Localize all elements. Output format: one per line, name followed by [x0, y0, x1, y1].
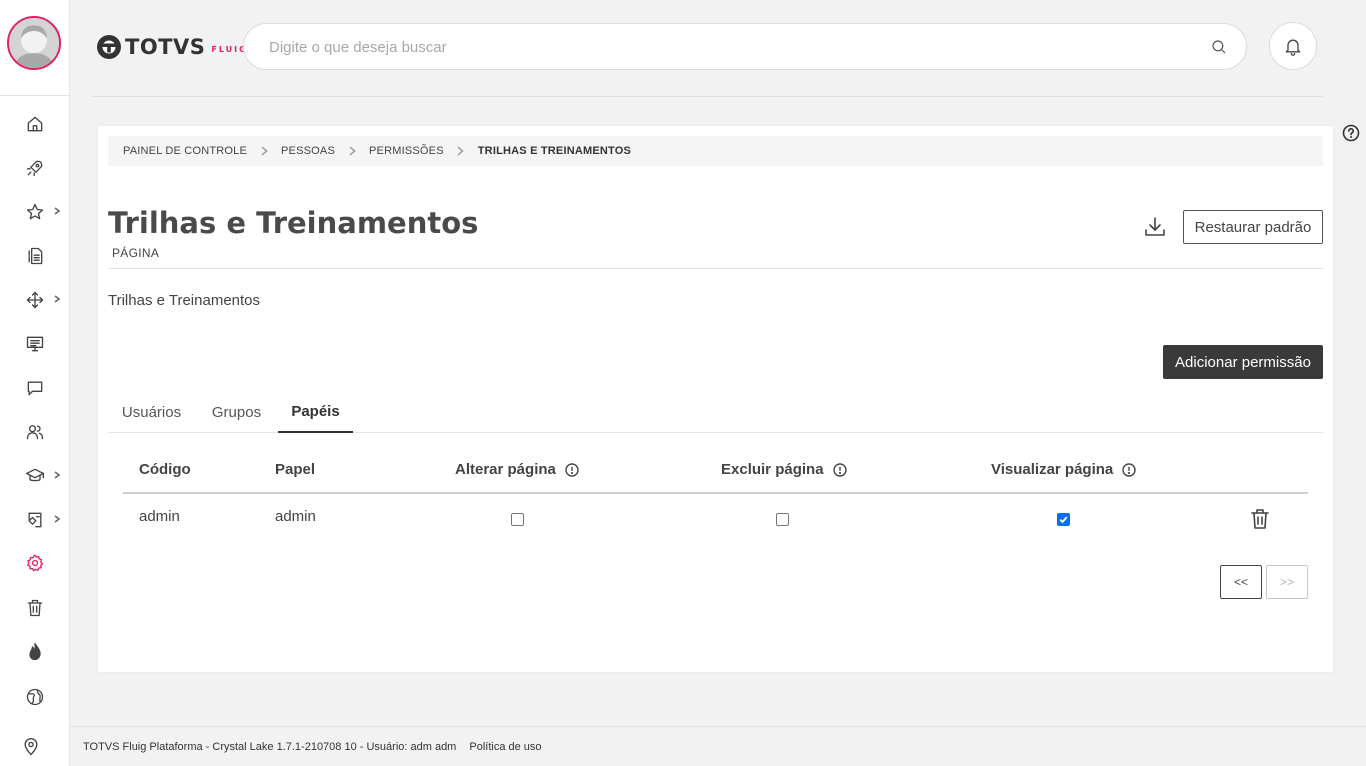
- footer-terms-link[interactable]: Política de uso: [469, 741, 541, 753]
- pagination-prev-button[interactable]: <<: [1220, 565, 1262, 599]
- column-header-papel: Papel: [275, 461, 315, 478]
- home-icon: [27, 116, 43, 132]
- sidebar-item-rocket[interactable]: [22, 155, 48, 181]
- download-button[interactable]: [1143, 215, 1167, 239]
- breadcrumb-painel-de-controle[interactable]: PAINEL DE CONTROLE: [123, 145, 247, 157]
- sidebar-item-trash[interactable]: [22, 595, 48, 621]
- tab-grupos[interactable]: Grupos: [195, 392, 278, 433]
- avatar-icon: [9, 18, 59, 68]
- trash-icon: [27, 599, 43, 617]
- documents-icon: [28, 247, 43, 265]
- chevron-right-icon: [52, 206, 62, 216]
- info-icon[interactable]: [832, 462, 847, 477]
- notifications-button[interactable]: [1269, 22, 1317, 70]
- cell-codigo: admin: [139, 508, 180, 525]
- main-card: PAINEL DE CONTROLE PESSOAS PERMISSÕES TR…: [98, 126, 1333, 672]
- breadcrumb: PAINEL DE CONTROLE PESSOAS PERMISSÕES TR…: [108, 136, 1323, 166]
- info-icon[interactable]: [1122, 462, 1136, 477]
- sidebar-item-knowledge[interactable]: [22, 507, 48, 533]
- bell-icon: [1285, 39, 1301, 56]
- tab-usuarios[interactable]: Usuários: [108, 392, 195, 433]
- restore-default-button[interactable]: Restaurar padrão: [1183, 210, 1323, 244]
- table-header-divider: [123, 492, 1308, 494]
- chevron-right-icon: [450, 145, 472, 157]
- sidebar-item-chat[interactable]: [22, 375, 48, 401]
- sidebar-item-globe[interactable]: [22, 684, 48, 710]
- page-subtitle: PÁGINA: [112, 246, 160, 260]
- tab-papeis[interactable]: Papéis: [278, 392, 353, 433]
- gear-icon: [27, 554, 44, 572]
- sidebar-item-favorites[interactable]: [22, 199, 48, 225]
- chevron-right-icon: [52, 294, 62, 304]
- column-label: Alterar página: [455, 461, 556, 478]
- sidebar-item-workflow[interactable]: [22, 287, 48, 313]
- column-label: Visualizar página: [991, 461, 1114, 478]
- checkbox-visualizar-pagina[interactable]: [1057, 513, 1070, 526]
- column-header-codigo: Código: [139, 461, 191, 478]
- sidebar-item-presentation[interactable]: [22, 331, 48, 357]
- user-avatar[interactable]: [7, 16, 61, 70]
- chat-icon: [27, 381, 43, 396]
- star-icon: [26, 203, 44, 220]
- sidebar-item-documents[interactable]: [22, 243, 48, 269]
- download-icon: [1145, 217, 1165, 236]
- cell-papel: admin: [275, 508, 316, 525]
- page-title: Trilhas e Treinamentos: [108, 206, 479, 240]
- graduation-cap-icon: [26, 468, 44, 482]
- trash-icon: [1251, 509, 1269, 529]
- footer-version-text: TOTVS Fluig Plataforma - Crystal Lake 1.…: [83, 740, 457, 753]
- knowledge-icon: [28, 512, 42, 528]
- totvs-logo-icon: [97, 35, 121, 59]
- column-header-excluir: Excluir página: [721, 461, 847, 478]
- sidebar-item-learning[interactable]: [22, 463, 48, 489]
- column-label: Papel: [275, 461, 316, 478]
- chevron-right-icon: [341, 145, 363, 157]
- permission-tabs: Usuários Grupos Papéis: [108, 392, 1323, 433]
- search-input[interactable]: [269, 37, 1169, 57]
- sidebar-item-home[interactable]: [22, 111, 48, 137]
- pagination-next-button[interactable]: >>: [1266, 565, 1308, 599]
- sidebar-item-control-panel[interactable]: [22, 550, 48, 576]
- checkbox-alterar-pagina[interactable]: [511, 513, 524, 526]
- sidebar: [0, 0, 70, 766]
- location-pin-icon: [24, 738, 38, 756]
- chevron-right-icon: [253, 145, 275, 157]
- help-icon: [1342, 124, 1360, 142]
- checkbox-excluir-pagina[interactable]: [776, 513, 789, 526]
- breadcrumb-permissoes[interactable]: PERMISSÕES: [369, 145, 444, 157]
- users-icon: [26, 425, 44, 440]
- column-label: Excluir página: [721, 461, 824, 478]
- chevron-right-icon: [52, 470, 62, 480]
- breadcrumb-current: TRILHAS E TREINAMENTOS: [477, 145, 632, 157]
- column-label: Código: [139, 461, 191, 478]
- workflow-icon: [26, 291, 44, 309]
- sidebar-item-location[interactable]: [21, 737, 43, 759]
- footer: TOTVS Fluig Plataforma - Crystal Lake 1.…: [70, 726, 1366, 766]
- rocket-icon: [26, 160, 43, 177]
- sidebar-item-users[interactable]: [22, 419, 48, 445]
- column-header-alterar: Alterar página: [455, 461, 579, 478]
- help-button[interactable]: [1342, 124, 1360, 142]
- sidebar-divider: [0, 95, 70, 96]
- presentation-icon: [26, 336, 44, 352]
- add-permission-button[interactable]: Adicionar permissão: [1163, 345, 1323, 379]
- flame-icon: [29, 643, 41, 661]
- delete-row-button[interactable]: [1250, 508, 1270, 530]
- title-divider: [108, 268, 1323, 269]
- column-header-visualizar: Visualizar página: [991, 461, 1136, 478]
- breadcrumb-pessoas[interactable]: PESSOAS: [281, 145, 335, 157]
- sidebar-item-flame[interactable]: [22, 639, 48, 665]
- chevron-right-icon: [52, 514, 62, 524]
- global-search: [243, 23, 1247, 70]
- info-icon[interactable]: [565, 462, 579, 477]
- globe-icon: [26, 688, 44, 706]
- check-icon: [1059, 516, 1068, 524]
- page-description: Trilhas e Treinamentos: [108, 292, 261, 309]
- logo-text: TOTVS: [125, 35, 206, 59]
- header-divider: [92, 96, 1323, 97]
- totvs-fluig-logo[interactable]: TOTVS FLUIG: [96, 32, 248, 62]
- search-icon[interactable]: [1210, 38, 1228, 56]
